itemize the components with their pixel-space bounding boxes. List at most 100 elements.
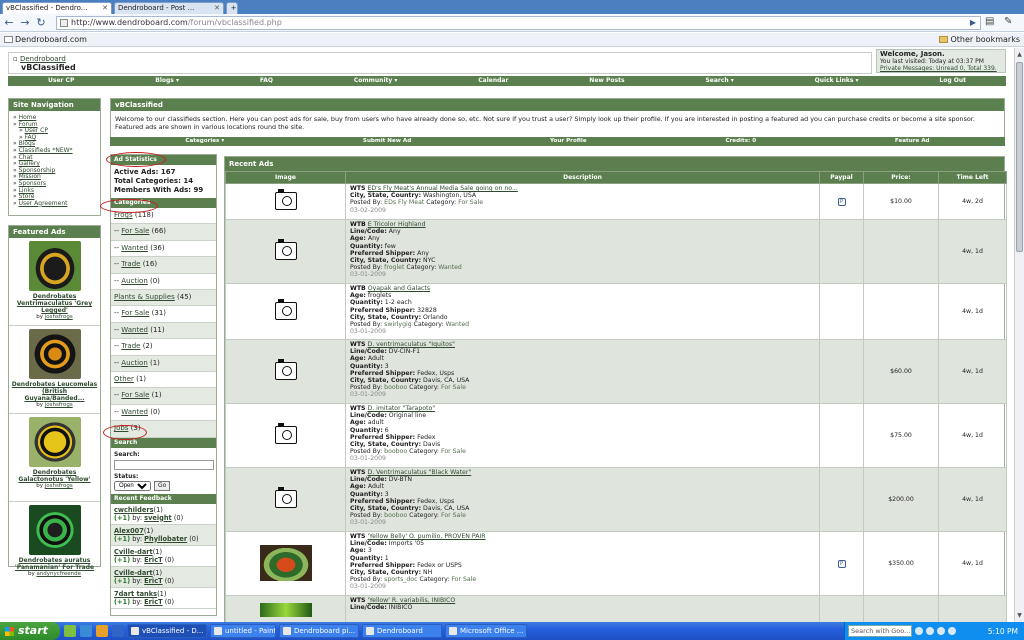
taskbar-button[interactable]: untitled - Paint [210,624,276,638]
camera-icon[interactable] [274,298,297,320]
camera-icon[interactable] [274,238,297,260]
category-item[interactable]: Other (1) [111,372,216,389]
nav-user-cp[interactable]: User CP [48,76,74,86]
nav-new-posts[interactable]: New Posts [589,76,624,86]
category-link[interactable]: Auction [121,359,147,367]
category-link[interactable]: For Sale [121,309,149,317]
feedback-user[interactable]: Alex007 [114,527,144,535]
featured-ad[interactable]: Dendrobates Leucomelas (British Guyana/B… [9,326,100,414]
scroll-down-icon[interactable]: ▼ [1016,611,1023,620]
category-item[interactable]: -- Auction (1) [111,355,216,373]
feedback-user[interactable]: Cville-dart [114,548,153,556]
vertical-scrollbar[interactable]: ▲ ▼ [1014,48,1024,622]
camera-icon[interactable] [274,422,297,444]
bookmark-item[interactable]: Dendroboard.com [4,33,87,46]
ad-photo[interactable] [259,602,312,617]
featured-ad[interactable]: Dendrobates Galactonotus 'Yellow' by josh… [9,414,100,502]
google-search-box[interactable]: Search with Goo... [848,625,912,637]
subnav-feature-ad[interactable]: Feature Ad [895,137,930,146]
category-link[interactable]: Plants & Supplies [114,293,175,301]
camera-icon[interactable] [274,358,297,380]
category-link[interactable]: Wanted [121,408,148,416]
category-item[interactable]: -- Wanted (0) [111,405,216,422]
tray-icon[interactable] [926,627,934,635]
feedback-user[interactable]: Cville-dart [114,569,153,577]
scroll-up-icon[interactable]: ▲ [1016,50,1023,59]
subnav-credits[interactable]: Credits: 0 [725,137,756,146]
nav-community[interactable]: Community ▾ [354,76,398,86]
tray-icon[interactable] [915,627,923,635]
category-link[interactable]: Trade [121,260,140,268]
ad-title-link[interactable]: D. Ventrimaculatus "Black Water" [367,469,471,476]
featured-ad-user[interactable]: joshsfrogs [45,483,73,489]
featured-ad[interactable]: Dendrobates Ventrimaculatus 'Grey Legged… [9,238,100,326]
ad-category[interactable]: For Sale [451,576,476,583]
taskbar-button[interactable]: Microsoft Office ... [445,624,527,638]
featured-ad-title[interactable]: Dendrobates Ventrimaculatus 'Grey Legged… [11,293,98,314]
page-menu-icon[interactable]: ▤ [985,16,994,27]
category-link[interactable]: Auction [121,277,147,285]
ad-poster[interactable]: froglet [384,264,404,271]
frog-photo[interactable] [28,329,81,379]
category-link[interactable]: Trade [121,342,140,350]
ad-poster[interactable]: booboo [384,448,407,455]
feedback-user[interactable]: 7dart tanks [114,590,157,598]
reload-icon[interactable]: ↻ [34,16,48,30]
category-link[interactable]: For Sale [121,391,149,399]
ad-poster[interactable]: EDs Fly Meat [384,199,424,206]
frog-photo[interactable] [28,241,81,291]
category-item[interactable]: -- Trade (16) [111,257,216,274]
nav-faq[interactable]: FAQ [260,76,273,86]
ad-category[interactable]: For Sale [441,448,466,455]
category-item[interactable]: Plants & Supplies (45) [111,290,216,307]
subnav-submit-ad[interactable]: Submit New Ad [363,137,411,146]
feedback-by-user[interactable]: sveight [144,514,172,522]
search-input[interactable] [114,459,214,470]
ad-poster[interactable]: booboo [384,384,407,391]
featured-ad[interactable]: Dendrobates auratus 'Panamanian' For Tra… [9,502,100,590]
private-messages-link[interactable]: Private Messages: Unread 0, Total 339. [880,65,997,72]
nav-calendar[interactable]: Calendar [478,76,508,86]
ad-title-link[interactable]: ED's Fly Meat's Annual Media Sale going … [367,185,517,192]
ad-title-link[interactable]: D. imitator "Tarapoto" [367,405,435,412]
ad-title-link[interactable]: E Tricolor Highland [368,221,426,228]
category-item[interactable]: -- For Sale (1) [111,388,216,405]
featured-ad-title[interactable]: Dendrobates auratus 'Panamanian' For Tra… [11,557,98,571]
back-arrow-icon[interactable]: ← [2,16,16,30]
quicklaunch-icon[interactable] [80,625,92,637]
nav-log-out[interactable]: Log Out [939,76,966,86]
featured-ad-title[interactable]: Dendrobates Leucomelas (British Guyana/B… [11,381,98,402]
category-item[interactable]: -- Auction (0) [111,274,216,291]
nav-search[interactable]: Search ▾ [705,76,733,86]
featured-ad-title[interactable]: Dendrobates Galactonotus 'Yellow' [11,469,98,483]
ad-title-link[interactable]: Oyapak and Galacts [368,285,430,292]
category-item[interactable]: -- Wanted (36) [111,241,216,258]
tray-icon[interactable] [937,627,945,635]
close-tab-icon[interactable]: ✕ [214,3,220,14]
status-select[interactable]: Open [114,480,151,491]
category-item[interactable]: -- Trade (2) [111,339,216,356]
go-button[interactable]: Go [154,480,171,491]
scroll-thumb[interactable] [1016,62,1023,252]
category-link[interactable]: Wanted [121,326,148,334]
tray-icon[interactable] [948,627,956,635]
browser-tab-active[interactable]: vBClassified - Dendro... ✕ [2,2,112,14]
featured-ad-user[interactable]: joshsfrogs [45,402,73,408]
category-item[interactable]: -- For Sale (66) [111,224,216,241]
feedback-user[interactable]: cwchilders [114,506,154,514]
frog-photo[interactable] [28,505,81,555]
start-button[interactable]: start [0,622,60,640]
category-item[interactable]: -- Wanted (11) [111,322,216,340]
camera-icon[interactable] [274,486,297,508]
subnav-categories[interactable]: Categories ▾ [185,137,224,146]
browser-tab[interactable]: Dendroboard - Post ... ✕ [114,2,224,14]
address-bar[interactable]: http://www.dendroboard.com/forum/vbclass… [56,16,981,30]
category-link[interactable]: Wanted [121,244,148,252]
category-link[interactable]: For Sale [121,227,149,235]
site-nav-item[interactable]: » User Agreement [13,200,96,208]
ad-category[interactable]: For Sale [441,384,466,391]
featured-ad-user[interactable]: andynycfreende [36,571,81,577]
feedback-by-user[interactable]: Phyllobater [144,535,187,543]
ad-category[interactable]: Wanted [438,264,462,271]
forward-arrow-icon[interactable]: → [18,16,32,30]
